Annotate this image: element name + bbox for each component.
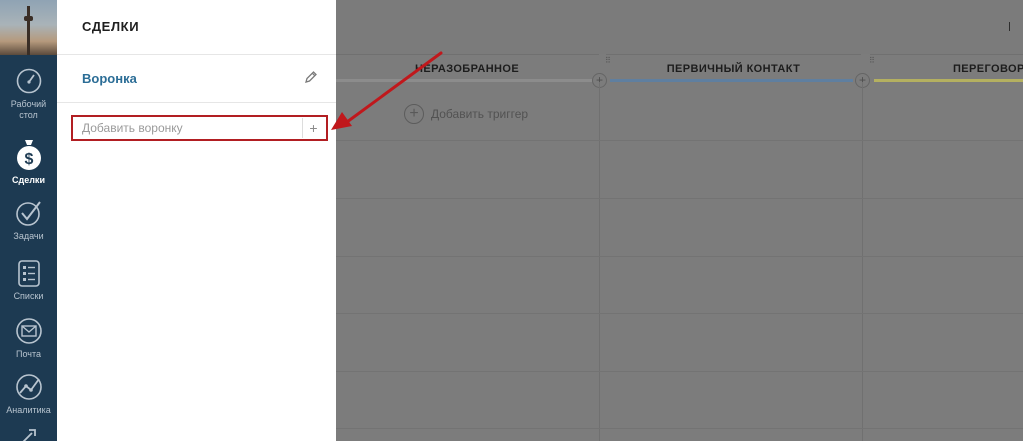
column-color-bar-negotiation (874, 79, 1023, 82)
row-divider (336, 198, 1023, 199)
tower-image (24, 16, 33, 21)
column-header-negotiation[interactable]: ПЕРЕГОВОРЫ (870, 54, 1023, 82)
tower-image (27, 6, 30, 55)
speedometer-icon (16, 68, 41, 94)
column-title-negotiation: ПЕРЕГОВОРЫ (953, 63, 1023, 75)
nav-label-tasks: Задачи (13, 231, 44, 241)
nav-item-tasks[interactable]: Задачи (0, 198, 57, 242)
pipeline-item-funnel[interactable]: Воронка (82, 71, 137, 86)
column-divider (862, 82, 863, 441)
wrench-icon (22, 429, 36, 441)
nav-label-deals: Сделки (12, 175, 45, 185)
row-divider (336, 428, 1023, 429)
add-pipeline-button[interactable]: + (302, 118, 324, 138)
nav-label-mail: Почта (16, 349, 41, 359)
mail-icon (15, 318, 42, 344)
nav-item-analytics[interactable]: Аналитика (0, 372, 57, 416)
annotation-arrow-icon (331, 51, 443, 130)
nav-item-mail[interactable]: Почта (0, 316, 57, 360)
nav-item-dashboard[interactable]: Рабочий стол (0, 66, 57, 121)
nav-item-settings[interactable] (0, 426, 57, 441)
add-pipeline-input[interactable] (75, 119, 301, 137)
avatar[interactable] (0, 0, 57, 55)
column-header-first-contact[interactable]: ПЕРВИЧНЫЙ КОНТАКТ (606, 54, 861, 82)
nav-label-lists: Списки (13, 291, 44, 301)
panel-title: СДЕЛКИ (82, 19, 140, 34)
deals-panel: СДЕЛКИ Воронка + (57, 0, 336, 441)
drag-handle-icon[interactable]: ⠿ (605, 57, 611, 71)
row-divider (336, 256, 1023, 257)
column-title-first-contact: ПЕРВИЧНЫЙ КОНТАКТ (666, 63, 801, 75)
dollar-bag-icon: $ (16, 140, 41, 170)
row-divider (336, 313, 1023, 314)
list-icon (17, 260, 40, 287)
row-divider (336, 371, 1023, 372)
nav-item-deals[interactable]: $ Сделки (0, 138, 57, 186)
nav-label-analytics: Аналитика (6, 405, 51, 415)
add-pipeline-field: + (71, 115, 328, 141)
left-nav: Рабочий стол $ Сделки Задачи Списки Почт… (0, 0, 57, 441)
drag-handle-icon[interactable]: ⠿ (869, 57, 875, 71)
column-divider (599, 82, 600, 441)
chart-icon (15, 374, 42, 400)
pencil-icon[interactable] (304, 70, 318, 84)
board-header (336, 0, 1023, 54)
nav-label-dashboard: Рабочий стол (10, 99, 47, 120)
checkmark-icon (15, 201, 41, 226)
nav-item-lists[interactable]: Списки (0, 258, 57, 302)
svg-text:$: $ (24, 151, 33, 168)
row-divider (336, 140, 1023, 141)
header-marker (1009, 22, 1010, 31)
column-color-bar-first-contact (610, 79, 853, 82)
panel-divider (57, 54, 336, 55)
panel-divider (57, 102, 336, 103)
